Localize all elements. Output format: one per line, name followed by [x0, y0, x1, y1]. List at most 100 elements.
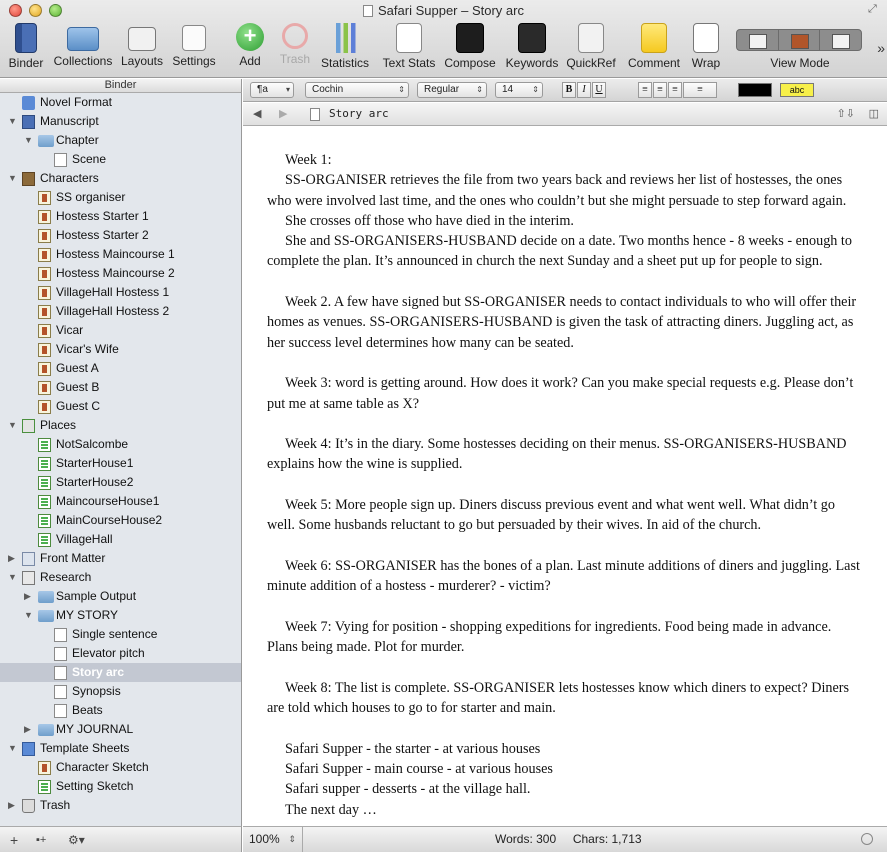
binder-item[interactable]: Synopsis	[0, 682, 241, 701]
binder-item-label: StarterHouse2	[56, 475, 134, 489]
binder-item[interactable]: ▶ Sample Output	[0, 587, 241, 606]
binder-item[interactable]: Novel Format	[0, 93, 241, 112]
binder-button[interactable]: Binder	[6, 23, 46, 75]
quickref-button[interactable]: QuickRef	[564, 23, 618, 75]
binder-item-label: Novel Format	[40, 95, 113, 109]
binder-item[interactable]: Single sentence	[0, 625, 241, 644]
disclosure-expanded-icon[interactable]: ▼	[24, 606, 34, 625]
align-justify-icon[interactable]: ≡	[683, 82, 717, 98]
binder-item[interactable]: Guest C	[0, 397, 241, 416]
italic-button[interactable]: I	[577, 82, 591, 98]
navigate-updown-icon[interactable]: ⇧⇩	[837, 107, 855, 120]
binder-item[interactable]: VillageHall Hostess 2	[0, 302, 241, 321]
collections-button[interactable]: Collections	[52, 23, 114, 75]
fullscreen-icon[interactable]: ⤢	[868, 3, 881, 16]
character-sheet-icon	[38, 362, 51, 376]
font-family-select[interactable]: Cochin ⇕	[305, 82, 409, 98]
binder-item[interactable]: Hostess Starter 1	[0, 207, 241, 226]
add-button[interactable]: + Add	[232, 23, 268, 75]
binder-item[interactable]: StarterHouse2	[0, 473, 241, 492]
disclosure-collapsed-icon[interactable]: ▶	[24, 720, 34, 739]
disclosure-expanded-icon[interactable]: ▼	[8, 169, 18, 188]
disclosure-expanded-icon[interactable]: ▼	[8, 416, 18, 435]
disclosure-expanded-icon[interactable]: ▼	[24, 131, 34, 150]
back-arrow-icon[interactable]: ◀	[253, 107, 261, 120]
binder-item[interactable]: ▶ MY JOURNAL	[0, 720, 241, 739]
binder-item[interactable]: Story arc	[0, 663, 241, 682]
binder-item[interactable]: ▼ Manuscript	[0, 112, 241, 131]
forward-arrow-icon[interactable]: ▶	[279, 107, 287, 120]
align-left-icon[interactable]: ≡	[638, 82, 652, 98]
outliner-view-icon[interactable]	[820, 30, 861, 50]
editor-text-area[interactable]: Week 1: SS-ORGANISER retrieves the file f…	[243, 126, 887, 826]
binder-item[interactable]: MaincourseHouse1	[0, 492, 241, 511]
binder-item[interactable]: ▼ Research	[0, 568, 241, 587]
disclosure-expanded-icon[interactable]: ▼	[8, 739, 18, 758]
text-stats-button[interactable]: Text Stats	[380, 23, 438, 75]
binder-item[interactable]: ▼ Characters	[0, 169, 241, 188]
keywords-button[interactable]: Keywords	[503, 23, 561, 75]
zoom-select[interactable]: 100% ⇕	[243, 827, 303, 852]
toolbar-overflow-icon[interactable]: »	[877, 40, 885, 56]
manuscript-icon	[22, 115, 35, 129]
binder-item[interactable]: Elevator pitch	[0, 644, 241, 663]
wrap-button[interactable]: Wrap	[688, 23, 724, 75]
highlight-color-swatch[interactable]: abc	[780, 83, 814, 97]
add-item-button[interactable]: +	[10, 832, 18, 848]
binder-item[interactable]: Setting Sketch	[0, 777, 241, 796]
binder-item[interactable]: Guest B	[0, 378, 241, 397]
binder-item[interactable]: ▼ MY STORY	[0, 606, 241, 625]
binder-item[interactable]: ▶ Trash	[0, 796, 241, 815]
binder-item[interactable]: Character Sketch	[0, 758, 241, 777]
disclosure-expanded-icon[interactable]: ▼	[8, 568, 18, 587]
compose-button[interactable]: Compose	[442, 23, 498, 75]
binder-item[interactable]: ▼ Places	[0, 416, 241, 435]
font-size-select[interactable]: 14 ⇕	[495, 82, 543, 98]
typeface-select[interactable]: Regular ⇕	[417, 82, 487, 98]
binder-item[interactable]: MainCourseHouse2	[0, 511, 241, 530]
binder-item[interactable]: ▼ Chapter	[0, 131, 241, 150]
binder-item[interactable]: Scene	[0, 150, 241, 169]
editor-document-title[interactable]: Story arc	[329, 107, 389, 120]
binder-item[interactable]: Beats	[0, 701, 241, 720]
disclosure-expanded-icon[interactable]: ▼	[8, 112, 18, 131]
binder-item[interactable]: Vicar's Wife	[0, 340, 241, 359]
comment-button[interactable]: Comment	[625, 23, 683, 75]
binder-gear-button[interactable]: ⚙▾	[68, 833, 85, 847]
text-color-swatch[interactable]	[738, 83, 772, 97]
binder-item[interactable]: Hostess Maincourse 2	[0, 264, 241, 283]
trash-button[interactable]: Trash	[276, 23, 314, 75]
binder-item[interactable]: ▼ Template Sheets	[0, 739, 241, 758]
layouts-button[interactable]: Layouts	[118, 23, 166, 75]
view-mode-label: View Mode	[770, 56, 830, 70]
binder-item[interactable]: Vicar	[0, 321, 241, 340]
bold-button[interactable]: B	[562, 82, 576, 98]
align-right-icon[interactable]: ≡	[668, 82, 682, 98]
settings-button[interactable]: Settings	[170, 23, 218, 75]
binder-item[interactable]: Hostess Starter 2	[0, 226, 241, 245]
view-mode-control[interactable]	[736, 29, 862, 51]
target-icon[interactable]	[861, 833, 873, 845]
binder-item[interactable]: SS organiser	[0, 188, 241, 207]
binder-item[interactable]: Guest A	[0, 359, 241, 378]
disclosure-collapsed-icon[interactable]: ▶	[8, 549, 18, 568]
characters-folder-icon	[22, 172, 35, 186]
binder-item[interactable]: ▶ Front Matter	[0, 549, 241, 568]
underline-button[interactable]: U	[592, 82, 606, 98]
statistics-button[interactable]: Statistics	[318, 23, 372, 75]
align-center-icon[interactable]: ≡	[653, 82, 667, 98]
scrivenings-view-icon[interactable]	[737, 30, 779, 50]
add-folder-button[interactable]: ▪+	[36, 834, 46, 846]
binder-item[interactable]: StarterHouse1	[0, 454, 241, 473]
paragraph-style-select[interactable]: ¶a ▾	[250, 82, 294, 98]
corkboard-view-icon[interactable]	[779, 30, 821, 50]
binder-item-label: MY STORY	[56, 608, 119, 622]
split-editor-icon[interactable]: ◫	[869, 107, 879, 120]
disclosure-collapsed-icon[interactable]: ▶	[24, 587, 34, 606]
disclosure-collapsed-icon[interactable]: ▶	[8, 796, 18, 815]
binder-item[interactable]: VillageHall Hostess 1	[0, 283, 241, 302]
binder-item[interactable]: NotSalcombe	[0, 435, 241, 454]
binder-item[interactable]: Hostess Maincourse 1	[0, 245, 241, 264]
binder-item[interactable]: VillageHall	[0, 530, 241, 549]
